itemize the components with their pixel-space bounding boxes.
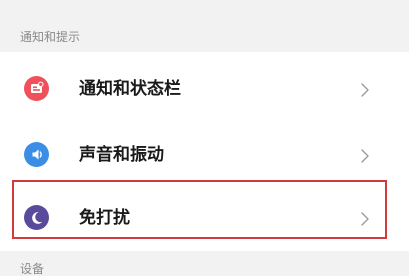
settings-item-do-not-disturb[interactable]: 免打扰: [0, 184, 409, 250]
section-header-label: 通知和提示: [20, 30, 81, 44]
section-header-notifications: 通知和提示: [0, 0, 409, 52]
settings-item-label: 通知和状态栏: [79, 79, 181, 99]
chevron-right-icon: [359, 148, 371, 163]
chevron-right-icon: [359, 211, 371, 226]
section-header-label: 设备: [20, 262, 45, 276]
settings-list: 通知和状态栏 声音和振动 免打扰: [0, 52, 409, 251]
chevron-right-icon: [359, 82, 371, 97]
notification-bar-icon: [24, 76, 49, 101]
section-header-device: 设备: [0, 251, 409, 276]
settings-item-notifications-status-bar[interactable]: 通知和状态栏: [0, 55, 409, 121]
moon-icon: [24, 205, 49, 230]
settings-item-sound-vibration[interactable]: 声音和振动: [0, 121, 409, 187]
settings-item-label: 声音和振动: [79, 145, 164, 165]
sound-vibration-icon: [24, 142, 49, 167]
settings-item-label: 免打扰: [79, 208, 130, 228]
